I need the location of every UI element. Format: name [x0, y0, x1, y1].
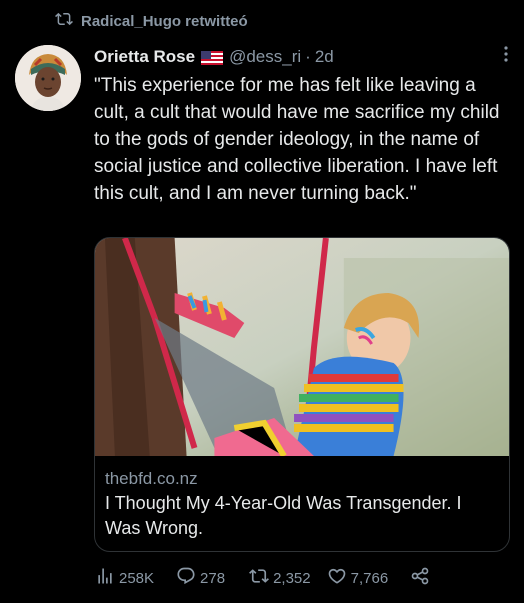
card-domain: thebfd.co.nz	[105, 469, 198, 488]
views-button[interactable]: 258K	[95, 566, 154, 590]
tweet-body: Orietta Rose @dess_ri · 2d "This experie…	[94, 44, 510, 207]
avatar[interactable]	[15, 45, 81, 111]
reply-icon	[176, 566, 196, 590]
action-bar: 258K 278 2,352 7,766	[95, 566, 430, 590]
analytics-icon	[95, 566, 115, 590]
link-card[interactable]: thebfd.co.nz I Thought My 4-Year-Old Was…	[94, 237, 510, 552]
retweet-label[interactable]: Radical_Hugo retwitteó	[81, 13, 248, 30]
reply-count: 278	[200, 569, 226, 587]
tweet-text: "This experience for me has felt like le…	[94, 75, 500, 204]
retweet-button[interactable]: 2,352	[249, 566, 311, 590]
retweet-count: 2,352	[273, 569, 311, 587]
card-title: I Thought My 4-Year-Old Was Transgender.…	[105, 493, 462, 538]
retweet-action-icon	[249, 566, 270, 590]
retweet-icon	[55, 10, 73, 32]
tweet-time[interactable]: 2d	[315, 47, 334, 67]
us-flag-icon	[201, 50, 224, 65]
like-button[interactable]: 7,766	[327, 566, 389, 590]
author-name[interactable]: Orietta Rose	[94, 47, 195, 67]
share-icon	[410, 566, 430, 590]
more-options-icon[interactable]	[504, 46, 508, 62]
card-image	[95, 238, 509, 456]
reply-button[interactable]: 278	[176, 566, 225, 590]
like-count: 7,766	[350, 569, 389, 587]
card-meta: thebfd.co.nz I Thought My 4-Year-Old Was…	[95, 456, 509, 541]
retweet-context: Radical_Hugo retwitteó	[55, 10, 248, 32]
views-count: 258K	[119, 569, 155, 587]
heart-icon	[327, 566, 347, 590]
author-handle[interactable]: @dess_ri	[229, 47, 301, 67]
tweet-header: Orietta Rose @dess_ri · 2d	[94, 44, 510, 70]
separator: ·	[305, 47, 311, 66]
share-button[interactable]	[410, 566, 430, 590]
